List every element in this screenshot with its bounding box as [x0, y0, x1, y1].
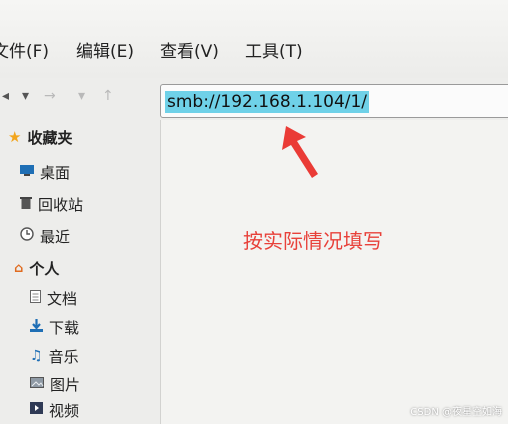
video-icon	[30, 402, 43, 418]
sidebar: ★ 收藏夹 桌面 回收站 最近 ⌂ 个人 文档 下载 ♫ 音乐 图片 视频	[0, 120, 160, 424]
menu-view[interactable]: 查看(V)	[160, 42, 219, 62]
back-icon[interactable]: ◂	[2, 88, 9, 104]
sidebar-header-label: 收藏夹	[27, 128, 73, 147]
menu-bar: 文件(F) 编辑(E) 查看(V) 工具(T)	[0, 0, 508, 78]
sidebar-item-label: 桌面	[40, 163, 71, 182]
sidebar-item-music[interactable]: ♫ 音乐	[30, 345, 79, 367]
forward-icon[interactable]: →	[44, 88, 56, 104]
location-bar[interactable]: smb://192.168.1.104/1/	[160, 84, 508, 118]
sidebar-item-recent[interactable]: 最近	[20, 225, 70, 247]
sidebar-item-trash[interactable]: 回收站	[20, 193, 83, 215]
arrow-annotation-icon	[282, 126, 318, 178]
sidebar-item-label: 下载	[49, 318, 80, 337]
menu-file[interactable]: 文件(F)	[0, 42, 49, 62]
sidebar-item-label: 回收站	[38, 195, 84, 214]
sidebar-header-bookmarks: ★ 收藏夹	[8, 126, 72, 148]
sidebar-item-desktop[interactable]: 桌面	[20, 161, 70, 183]
sidebar-item-pictures[interactable]: 图片	[30, 373, 80, 395]
sidebar-item-label: 文档	[47, 289, 78, 308]
sidebar-item-label: 图片	[50, 375, 81, 394]
sidebar-item-videos[interactable]: 视频	[30, 399, 79, 421]
picture-icon	[30, 376, 44, 392]
document-icon	[30, 289, 41, 307]
menu-tools[interactable]: 工具(T)	[245, 42, 303, 62]
sidebar-item-label: 视频	[49, 401, 80, 420]
sidebar-item-downloads[interactable]: 下载	[30, 316, 79, 338]
sidebar-item-label: 最近	[40, 227, 71, 246]
star-icon: ★	[8, 128, 22, 146]
trash-icon	[20, 196, 32, 213]
sidebar-item-label: 音乐	[48, 347, 79, 366]
location-input[interactable]: smb://192.168.1.104/1/	[165, 91, 370, 113]
dropdown-arrow-icon[interactable]: ▾	[78, 88, 85, 104]
annotation-text: 按实际情况填写	[243, 229, 383, 253]
sidebar-item-documents[interactable]: 文档	[30, 287, 77, 309]
sidebar-header-label: 个人	[29, 259, 60, 278]
menu-edit[interactable]: 编辑(E)	[76, 42, 134, 62]
download-icon	[30, 318, 43, 336]
sidebar-header-personal: ⌂ 个人	[14, 257, 59, 279]
clock-icon	[20, 227, 34, 245]
desktop-icon	[20, 164, 34, 180]
watermark: CSDN @夜星空如海	[410, 407, 502, 418]
dropdown-arrow-icon[interactable]: ▾	[22, 88, 29, 104]
music-icon: ♫	[30, 348, 43, 364]
home-icon: ⌂	[14, 260, 24, 276]
file-view[interactable]	[160, 120, 508, 424]
up-icon[interactable]: ↑	[102, 88, 114, 104]
